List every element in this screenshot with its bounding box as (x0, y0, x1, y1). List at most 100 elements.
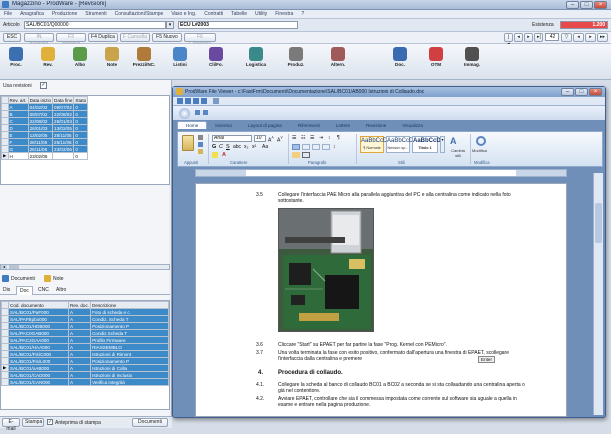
table-cell[interactable]: 26/01/03 (27, 124, 54, 132)
table-cell[interactable]: 0 (73, 124, 89, 132)
bullets-icon[interactable]: ☰ (292, 135, 296, 141)
close-button[interactable]: × (594, 1, 607, 9)
table-cell[interactable]: RIASSEMBLO (90, 343, 169, 351)
immag-button[interactable]: Immag. (456, 46, 488, 77)
viewer-vertical-scrollbar[interactable] (593, 173, 603, 415)
table-row[interactable]: SAL/BC01/Fis/C000 A Istruzioni di Rimont (1, 350, 169, 358)
table-cell[interactable]: G (7, 145, 29, 153)
column-header[interactable]: Cod. documento (8, 301, 69, 309)
table-cell[interactable]: SAL/BC01/CAN000 (8, 378, 69, 386)
row-selector[interactable] (1, 343, 9, 351)
table-row[interactable]: ▶ SAL/BC01/oAB000 A Istruzioni di Colla (1, 364, 169, 372)
tab-dis[interactable]: Dis (3, 287, 10, 293)
table-cell[interactable]: Condiz.Scheda T (90, 329, 169, 337)
conferma-button[interactable]: F6 Conferma (184, 33, 216, 47)
table-row[interactable]: SAL/BC01/PaF000 A Foto di scheda e c (1, 308, 169, 316)
paste-icon[interactable] (182, 135, 194, 151)
altern-button[interactable]: Altern. (322, 46, 354, 77)
numbering-icon[interactable]: ☷ (301, 135, 305, 141)
table-row[interactable]: E 13/02/05 28/11/05 0 (1, 131, 89, 139)
cancella-button[interactable]: F Cancella (120, 33, 150, 42)
table-cell[interactable]: 13/02/05 (52, 124, 75, 132)
table-cell[interactable]: A (67, 308, 92, 316)
listini-button[interactable]: Listini (164, 46, 196, 77)
column-header[interactable]: Rev. art. (7, 96, 29, 104)
table-row[interactable]: SAL/BC01/HAA000 A RIASSEMBLO (1, 343, 169, 351)
strikethrough-icon[interactable]: abc (233, 144, 241, 150)
table-cell[interactable]: SAL/BC01/Fis/C000 (8, 350, 69, 358)
table-cell[interactable]: 0 (73, 110, 89, 118)
table-cell[interactable]: 04/02/02 (27, 103, 54, 111)
table-row[interactable]: G 25/11/06 23/02/06 0 (1, 145, 89, 153)
scroll-left-icon[interactable]: ◂ (1, 265, 7, 269)
table-cell[interactable]: Verifica integrità (90, 378, 169, 386)
zoom-icon[interactable] (213, 98, 219, 104)
next-record-button[interactable]: ▸ (524, 33, 533, 42)
table-cell[interactable] (52, 152, 75, 160)
table-cell[interactable]: SAL/BC01/HDB000 (8, 322, 69, 330)
nav-prev-icon[interactable]: ◂ (573, 33, 584, 42)
table-row[interactable]: B 09/07/02 22/08/02 0 (1, 110, 89, 118)
viewer-close-button[interactable]: × (589, 88, 602, 96)
table-cell[interactable]: H (7, 152, 29, 160)
table-cell[interactable]: 23/02/06 (27, 152, 54, 160)
table-cell[interactable]: B (7, 110, 29, 118)
table-cell[interactable]: 22/08/02 (27, 117, 54, 125)
table-cell[interactable]: SAL/BC01/HAA000 (8, 343, 69, 351)
ribbon-tab-inserisci[interactable]: Inserisci (207, 122, 240, 129)
ribbon-tab-home[interactable]: Home (177, 121, 208, 129)
viewer-maximize-button[interactable]: □ (575, 88, 588, 96)
table-row[interactable]: C 22/08/02 26/01/03 0 (1, 117, 89, 125)
table-cell[interactable]: 0 (73, 138, 89, 146)
duplica-button[interactable]: F4 Duplica (88, 33, 118, 42)
ribbon-tab-layout[interactable]: Layout di pagina (240, 122, 290, 129)
align-left-icon[interactable] (292, 144, 300, 150)
clifo-button[interactable]: Cli/Fo. (200, 46, 232, 77)
office-button-icon[interactable] (179, 108, 190, 119)
table-cell[interactable]: SAL/PAC2GAA000 (8, 336, 69, 344)
nav-next-icon[interactable]: ▸ (585, 33, 596, 42)
menu-produzione[interactable]: Produzione (48, 10, 81, 18)
proc-button[interactable]: Proc. (0, 46, 32, 77)
filter-icon[interactable]: ▽ (561, 33, 572, 42)
line-spacing-icon[interactable]: ↕ (333, 144, 336, 150)
table-row[interactable]: D 26/01/03 13/02/05 0 (1, 124, 89, 132)
show-marks-icon[interactable]: ¶ (337, 135, 340, 141)
table-row[interactable]: SAL/BC01/CAD000 A Istruzioni di Inclusio (1, 371, 169, 379)
table-cell[interactable]: 0 (73, 152, 89, 160)
ribbon-tab-visualizza[interactable]: Visualizza (394, 122, 431, 129)
table-cell[interactable]: 0 (73, 131, 89, 139)
row-selector[interactable] (1, 336, 9, 344)
table-cell[interactable]: Condiz. Scheda T (90, 315, 169, 323)
format-painter-icon[interactable] (198, 149, 203, 154)
page-number-field[interactable]: 42 (545, 33, 559, 41)
table-cell[interactable]: SAL/BC01/CAD000 (8, 371, 69, 379)
table-cell[interactable]: A (67, 329, 92, 337)
rev-button[interactable]: Rev. (32, 46, 64, 77)
table-cell[interactable]: A (7, 103, 29, 111)
preview-icon[interactable] (201, 98, 207, 104)
open-icon[interactable] (177, 98, 183, 104)
table-cell[interactable]: 22/08/02 (52, 110, 75, 118)
borders-icon[interactable] (302, 152, 310, 158)
justify-icon[interactable] (322, 144, 330, 150)
row-selector[interactable] (1, 315, 9, 323)
table-cell[interactable]: A (67, 343, 92, 351)
menu-file[interactable]: File (0, 10, 16, 18)
first-record-button[interactable]: |◂ (504, 33, 513, 47)
table-cell[interactable]: Posizionamento P (90, 322, 169, 330)
table-cell[interactable]: SAL/PAFBpbo000 (8, 315, 69, 323)
table-cell[interactable]: 0 (73, 117, 89, 125)
row-selector[interactable] (1, 350, 9, 358)
cut-icon[interactable] (198, 135, 203, 140)
tab-cnc[interactable]: CNC (38, 287, 49, 293)
highlight-icon[interactable] (212, 152, 218, 158)
table-cell[interactable]: A (67, 350, 92, 358)
multilevel-list-icon[interactable]: ☰ (310, 135, 314, 141)
in-gestione-button[interactable]: IN gestione (24, 33, 54, 47)
table-row[interactable]: SAL/BC01/Fis/L000 A Posizionamento P (1, 357, 169, 365)
table-cell[interactable]: A (67, 322, 92, 330)
save-icon[interactable] (185, 98, 191, 104)
quick-save-icon[interactable] (195, 110, 200, 115)
table-cell[interactable]: SAL/BC01/oAB000 (8, 364, 69, 372)
